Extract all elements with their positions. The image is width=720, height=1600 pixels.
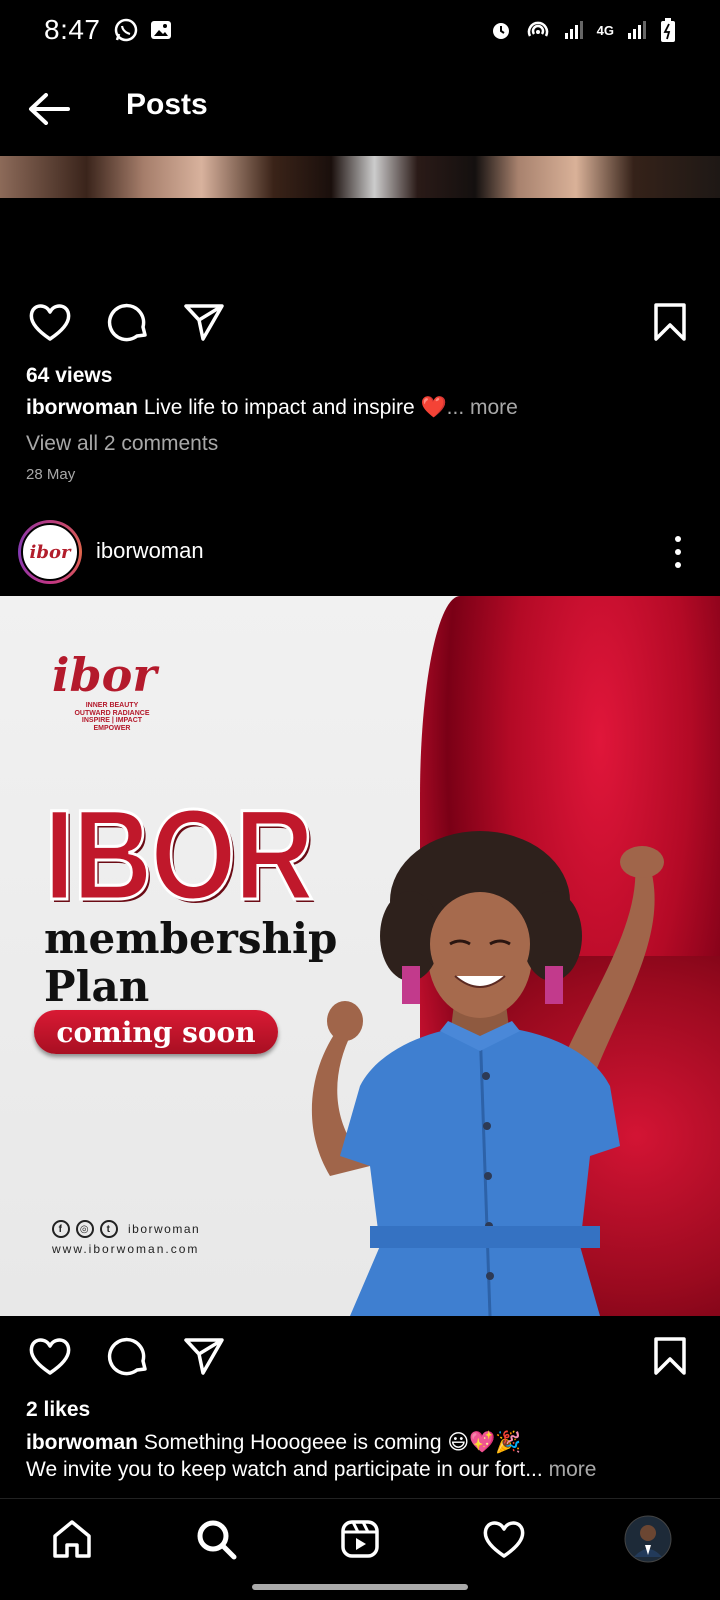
likes-count[interactable]: 2 likes <box>26 1398 90 1422</box>
gallery-icon <box>150 21 171 39</box>
caption-text: Something Hooogeee is coming 😃💖🎉 <box>143 1431 522 1454</box>
signal-icon-2 <box>628 21 646 39</box>
alarm-icon <box>492 23 509 39</box>
heart-icon <box>29 1338 71 1375</box>
post-caption-line2: We invite you to keep watch and particip… <box>26 1458 596 1482</box>
nav-search[interactable] <box>190 1513 242 1565</box>
prev-post-actions <box>0 296 720 356</box>
send-icon <box>184 1338 224 1375</box>
facebook-icon: f <box>52 1220 70 1238</box>
search-icon <box>197 1520 237 1560</box>
save-button[interactable] <box>644 296 696 348</box>
nav-home[interactable] <box>46 1513 98 1565</box>
nav-activity[interactable] <box>478 1513 530 1565</box>
prev-caption: iborwoman Live life to impact and inspir… <box>26 396 518 420</box>
bookmark-icon <box>654 303 686 341</box>
status-bar: 8:47 4G <box>0 0 720 60</box>
dot-icon <box>675 536 681 542</box>
caption-text-2: We invite you to keep watch and particip… <box>26 1458 543 1481</box>
signal-icon <box>564 21 583 39</box>
battery-icon <box>661 18 675 42</box>
caption-more-link[interactable]: ... more <box>447 396 518 419</box>
nav-reels[interactable] <box>334 1513 386 1565</box>
avatar-logo: ibor <box>21 523 79 581</box>
home-indicator[interactable] <box>252 1584 468 1590</box>
top-nav: Posts <box>0 70 720 146</box>
subline-plan: Plan <box>44 962 150 1011</box>
brand-wordmark: ibor <box>52 648 157 702</box>
heart-icon <box>483 1521 525 1558</box>
website-text: www.iborwoman.com <box>52 1242 200 1256</box>
caption-username[interactable]: iborwoman <box>26 1431 138 1454</box>
send-icon <box>184 304 224 341</box>
profile-avatar-icon <box>624 1515 672 1563</box>
post-caption: iborwoman Something Hooogeee is coming 😃… <box>26 1430 522 1455</box>
twitter-icon: t <box>100 1220 118 1238</box>
avatar[interactable]: ibor <box>18 520 82 584</box>
bookmark-icon <box>654 1337 686 1375</box>
dot-icon <box>675 549 681 555</box>
previous-post-media[interactable] <box>0 156 720 198</box>
post-actions <box>0 1330 720 1390</box>
network-type: 4G <box>596 22 614 38</box>
share-button[interactable] <box>178 296 230 348</box>
social-row: f ◎ t iborwoman <box>52 1220 200 1238</box>
post-image[interactable]: ibor INNER BEAUTY OUTWARD RADIANCE INSPI… <box>0 596 720 1316</box>
bottom-nav <box>0 1498 720 1578</box>
woman-illustration <box>311 831 664 1316</box>
status-left-icons <box>113 17 173 43</box>
comment-icon <box>107 1337 147 1376</box>
view-comments-link[interactable]: View all 2 comments <box>26 432 218 456</box>
arrow-left-icon <box>29 93 70 125</box>
post-username[interactable]: iborwoman <box>96 538 204 564</box>
caption-username[interactable]: iborwoman <box>26 396 138 419</box>
share-button[interactable] <box>178 1330 230 1382</box>
comment-icon <box>107 303 147 342</box>
status-right-icons: 4G <box>489 17 676 43</box>
dot-icon <box>675 562 681 568</box>
status-time: 8:47 <box>44 14 101 45</box>
nav-profile[interactable] <box>622 1513 674 1565</box>
coming-soon-badge: coming soon <box>34 1010 278 1054</box>
hotspot-icon <box>527 21 548 37</box>
caption-more-link[interactable]: more <box>549 1458 597 1481</box>
like-button[interactable] <box>24 1330 76 1382</box>
post-date: 28 May <box>26 466 76 483</box>
views-count[interactable]: 64 views <box>26 364 112 388</box>
more-options-button[interactable] <box>666 532 690 572</box>
post-header: ibor iborwoman <box>0 512 720 592</box>
comment-button[interactable] <box>102 296 154 348</box>
whatsapp-icon <box>114 18 137 42</box>
social-handle: iborwoman <box>128 1222 201 1236</box>
brand-logo: ibor INNER BEAUTY OUTWARD RADIANCE INSPI… <box>52 652 172 733</box>
back-button[interactable] <box>26 86 72 132</box>
instagram-icon: ◎ <box>76 1220 94 1238</box>
like-button[interactable] <box>24 296 76 348</box>
page-title: Posts <box>126 88 208 121</box>
avatar-brand: ibor <box>29 541 71 563</box>
reels-icon <box>341 1520 379 1558</box>
caption-text: Live life to impact and inspire ❤️ <box>143 396 447 419</box>
headline: IBOR <box>43 784 316 927</box>
brand-tagline: INNER BEAUTY OUTWARD RADIANCE INSPIRE | … <box>74 702 150 733</box>
heart-icon <box>29 304 71 341</box>
save-button[interactable] <box>644 1330 696 1382</box>
comment-button[interactable] <box>102 1330 154 1382</box>
home-icon <box>53 1520 91 1558</box>
